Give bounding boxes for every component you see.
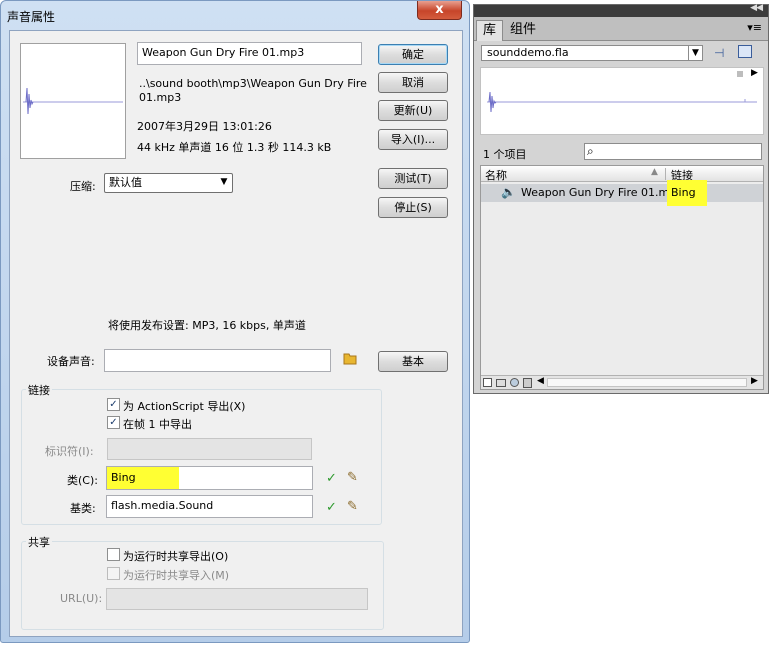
url-field [106, 588, 368, 610]
class-value: Bing [111, 471, 136, 484]
library-titlebar: ◀◀ [474, 3, 768, 17]
tab-library[interactable]: 库 [476, 20, 504, 41]
ok-button[interactable]: 确定 [378, 44, 448, 65]
file-path-line1: ..\sound booth\mp3\Weapon Gun Dry Fire [139, 77, 367, 90]
properties-icon[interactable] [510, 378, 519, 387]
sort-ascending-icon[interactable]: ▲ [651, 167, 658, 177]
play-preview-icon[interactable]: ▶ [751, 68, 758, 78]
library-search-input[interactable]: ⌕ [584, 143, 762, 160]
url-label: URL(U): [60, 592, 103, 605]
publish-settings-note: 将使用发布设置: MP3, 16 kbps, 单声道 [108, 319, 306, 332]
cancel-button[interactable]: 取消 [378, 72, 448, 93]
library-item-list: 名称 ▲ 链接 🔈 Weapon Gun Dry Fire 01.mp3 Bin… [480, 165, 764, 390]
panel-menu-icon[interactable]: ▾≡ [747, 21, 762, 34]
column-divider [665, 168, 666, 180]
pencil-icon[interactable]: ✎ [347, 500, 358, 514]
file-path-line2: 01.mp3 [139, 91, 182, 104]
sound-properties-dialog: 声音属性 x Weapon Gun Dry Fire 01.mp3 ..\sou… [0, 0, 470, 643]
compression-value: 默认值 [109, 176, 142, 189]
list-header: 名称 ▲ 链接 [481, 166, 763, 182]
waveform-graphic [23, 87, 123, 115]
horizontal-scrollbar[interactable] [547, 378, 747, 387]
chevron-down-icon: ▼ [688, 46, 702, 60]
dialog-title: 声音属性 [7, 10, 56, 24]
file-date: 2007年3月29日 13:01:26 [137, 120, 272, 133]
library-preview: ▶ [480, 67, 764, 135]
delete-icon[interactable] [523, 378, 532, 388]
search-icon: ⌕ [587, 144, 594, 158]
item-linkage: Bing [671, 186, 696, 199]
stop-preview-icon[interactable] [737, 71, 743, 77]
check-icon[interactable]: ✓ [326, 501, 337, 515]
waveform-preview [20, 43, 126, 159]
linkage-group-title: 链接 [26, 382, 52, 398]
library-bottom-bar: ◀ ▶ [481, 375, 763, 389]
chevron-down-icon: ▼ [220, 177, 228, 187]
library-waveform-graphic [487, 91, 757, 113]
pin-library-icon[interactable]: ⊣ [714, 46, 724, 60]
export-frame1-checkbox[interactable]: ✓ [107, 416, 120, 429]
export-actionscript-label: 为 ActionScript 导出(X) [123, 400, 246, 413]
check-icon[interactable]: ✓ [326, 472, 337, 486]
list-item[interactable]: 🔈 Weapon Gun Dry Fire 01.mp3 Bing [481, 180, 763, 206]
compression-select[interactable]: 默认值 ▼ [104, 173, 233, 193]
export-runtime-checkbox[interactable] [107, 548, 120, 561]
base-class-label: 基类: [70, 502, 96, 515]
item-name: Weapon Gun Dry Fire 01.mp3 [521, 186, 684, 199]
collapse-icon[interactable]: ◀◀ [750, 3, 763, 13]
scroll-left-icon[interactable]: ◀ [537, 376, 544, 386]
folder-browse-icon[interactable] [343, 351, 357, 365]
close-button[interactable]: x [417, 1, 462, 20]
sharing-group-title: 共享 [26, 534, 52, 550]
tab-components[interactable]: 组件 [504, 20, 542, 41]
item-count: 1 个项目 [483, 148, 527, 161]
pencil-icon[interactable]: ✎ [347, 471, 358, 485]
test-button[interactable]: 测试(T) [378, 168, 448, 189]
speaker-icon: 🔈 [501, 185, 516, 199]
device-sound-field[interactable] [104, 349, 331, 372]
identifier-field [107, 438, 312, 460]
column-name-header[interactable]: 名称 [485, 167, 507, 183]
document-select[interactable]: sounddemo.fla ▼ [481, 45, 703, 61]
device-sound-label: 设备声音: [47, 355, 95, 368]
export-runtime-label: 为运行时共享导出(O) [123, 550, 229, 563]
dialog-client-area: Weapon Gun Dry Fire 01.mp3 ..\sound boot… [9, 30, 463, 637]
scroll-right-icon[interactable]: ▶ [751, 376, 758, 386]
stop-button[interactable]: 停止(S) [378, 197, 448, 218]
file-name-field[interactable]: Weapon Gun Dry Fire 01.mp3 [137, 42, 362, 65]
compression-label: 压缩: [70, 180, 96, 193]
new-symbol-icon[interactable] [483, 378, 492, 387]
new-library-panel-icon[interactable] [738, 45, 752, 58]
base-class-field[interactable]: flash.media.Sound [106, 495, 313, 518]
import-button[interactable]: 导入(I)... [378, 129, 448, 150]
library-tab-bar: 库 组件 ▾≡ [474, 17, 768, 41]
document-name: sounddemo.fla [487, 46, 569, 59]
import-runtime-label: 为运行时共享导入(M) [123, 569, 230, 582]
update-button[interactable]: 更新(U) [378, 100, 448, 121]
export-frame1-label: 在帧 1 中导出 [123, 418, 192, 431]
basic-button[interactable]: 基本 [378, 351, 448, 372]
import-runtime-checkbox [107, 567, 120, 580]
class-field[interactable]: Bing [106, 466, 313, 490]
identifier-label: 标识符(I): [45, 445, 94, 458]
export-actionscript-checkbox[interactable]: ✓ [107, 398, 120, 411]
new-folder-icon[interactable] [496, 379, 506, 387]
class-label: 类(C): [67, 474, 98, 487]
file-info: 44 kHz 单声道 16 位 1.3 秒 114.3 kB [137, 141, 332, 154]
library-panel: ◀◀ 库 组件 ▾≡ sounddemo.fla ▼ ⊣ ▶ 1 个项目 ⌕ 名… [473, 3, 769, 394]
